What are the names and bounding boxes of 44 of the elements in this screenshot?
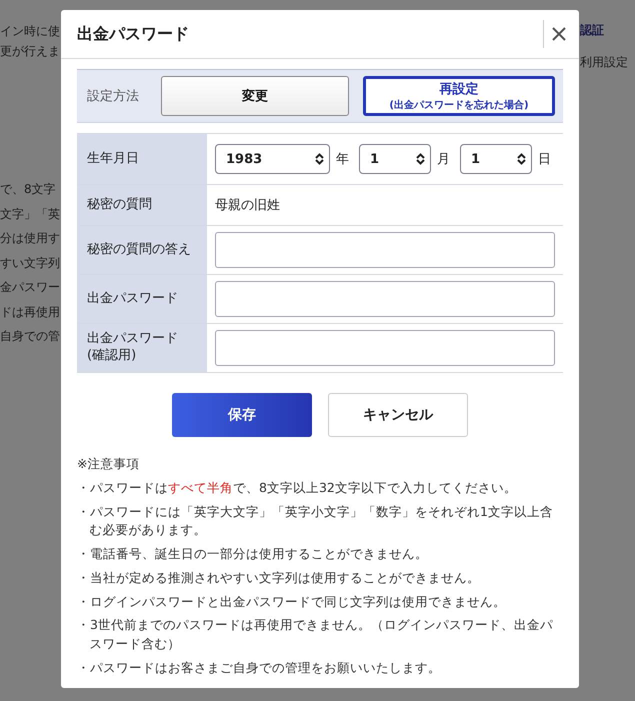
field-label: 出金パスワード (確認用) <box>77 324 207 372</box>
chevron-updown-icon <box>416 153 425 165</box>
background-text: 分は使用す <box>0 230 60 247</box>
note-item: ・当社が定める推測されやすい文字列は使用することができません。 <box>77 568 481 587</box>
unit-label: 日 <box>538 151 551 168</box>
dialog-title: 出金パスワード <box>77 24 190 44</box>
chevron-updown-icon <box>315 153 324 165</box>
unit-label: 年 <box>336 151 349 168</box>
background-text: イン時に使 <box>0 23 60 40</box>
field-label: 秘密の質問の答え <box>77 226 207 274</box>
date-select[interactable]: 1 <box>460 144 532 174</box>
field-label: 秘密の質問 <box>77 185 207 225</box>
field-label: 生年月日 <box>77 134 207 184</box>
background-text: 認証 <box>580 22 605 39</box>
background-text: 金パスワー <box>0 279 60 296</box>
background-text: で、8文字 <box>0 181 57 198</box>
chevron-updown-icon <box>517 153 526 165</box>
background-text: 利用設定 <box>580 54 629 71</box>
method-label: 設定方法 <box>87 88 140 105</box>
background-text: 更が行えま <box>0 43 60 60</box>
background-text: 自身での管 <box>0 328 60 345</box>
input-field[interactable] <box>215 232 555 268</box>
notes-heading: ※注意事項 <box>77 455 140 473</box>
cancel-button[interactable]: キャンセル <box>328 393 468 437</box>
note-item: ・電話番号、誕生日の一部分は使用することができません。 <box>77 545 429 563</box>
close-icon <box>552 27 566 41</box>
unit-label: 月 <box>437 151 450 168</box>
field-label: 出金パスワード <box>77 275 207 323</box>
note-item: ・パスワードはすべて半角 で、8文字以上32文字以下で入力してください。 <box>77 478 518 497</box>
method-option[interactable]: 変更 <box>161 76 349 116</box>
note-item: ・パスワードには「英字大文字」「英字小文字」「数字」をそれぞれ1文字以上含む必要があります。 <box>77 502 554 540</box>
save-button[interactable]: 保存 <box>172 393 312 437</box>
field-value: 母親の旧姓 <box>215 197 280 214</box>
input-field[interactable] <box>215 330 555 366</box>
date-select[interactable]: 1 <box>359 144 431 174</box>
input-field[interactable] <box>215 281 555 317</box>
date-select[interactable]: 1983 <box>215 144 330 174</box>
note-item: ・3世代前までのパスワードは再使用できません。（ログインパスワード、出金パスワード含む） <box>77 616 554 653</box>
note-item: ・ログインパスワードと出金パスワードで同じ文字列は使用できません。 <box>77 592 507 610</box>
background-text: ドは再使用 <box>0 304 60 320</box>
background-text: 文字」「英 <box>0 206 60 222</box>
method-option[interactable]: 再設定 (出金パスワードを忘れた場合) <box>363 76 555 116</box>
note-item: ・パスワードはお客さまご自身での管理をお願いいたします。 <box>77 658 442 677</box>
background-text: すい文字列 <box>0 254 60 272</box>
